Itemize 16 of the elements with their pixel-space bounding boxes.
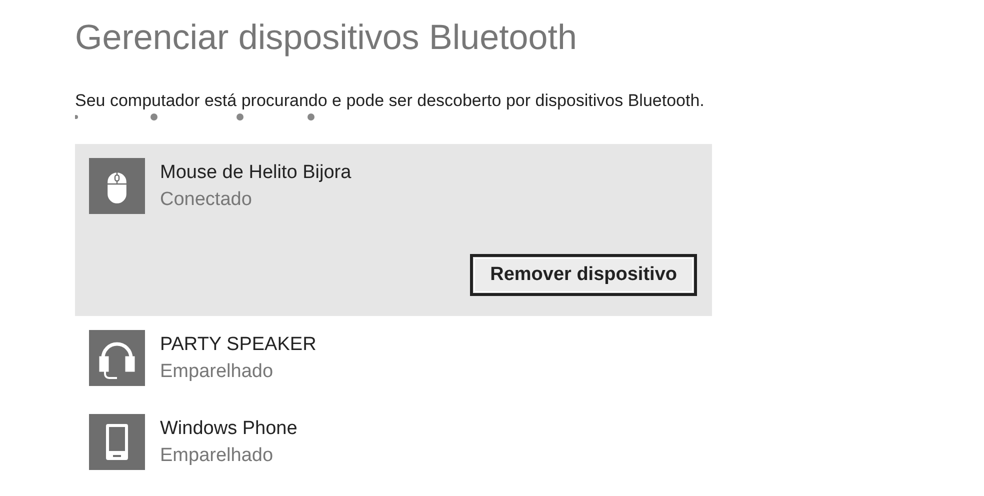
device-name: Mouse de Helito Bijora [160, 161, 352, 185]
device-status: Conectado [160, 188, 253, 212]
device-name: Windows Phone [160, 417, 298, 441]
remove-device-button[interactable]: Remover dispositivo [470, 254, 697, 296]
progress-dots-icon [75, 113, 315, 121]
phone-icon [89, 414, 145, 470]
device-status: Emparelhado [160, 444, 274, 468]
device-item[interactable]: Mouse de Helito Bijora Conectado Remover dispositivo [75, 144, 712, 316]
device-item[interactable]: Windows Phone Emparelhado [75, 400, 712, 484]
device-status: Emparelhado [160, 360, 274, 384]
headset-icon [89, 330, 145, 386]
status-message: Seu computador está procurando e pode ser descoberto por dispositivos Bluetooth. [75, 90, 704, 112]
device-name: PARTY SPEAKER [160, 333, 316, 357]
device-item[interactable]: PARTY SPEAKER Emparelhado [75, 316, 712, 400]
mouse-icon [89, 158, 145, 214]
page-title: Gerenciar dispositivos Bluetooth [75, 17, 577, 59]
